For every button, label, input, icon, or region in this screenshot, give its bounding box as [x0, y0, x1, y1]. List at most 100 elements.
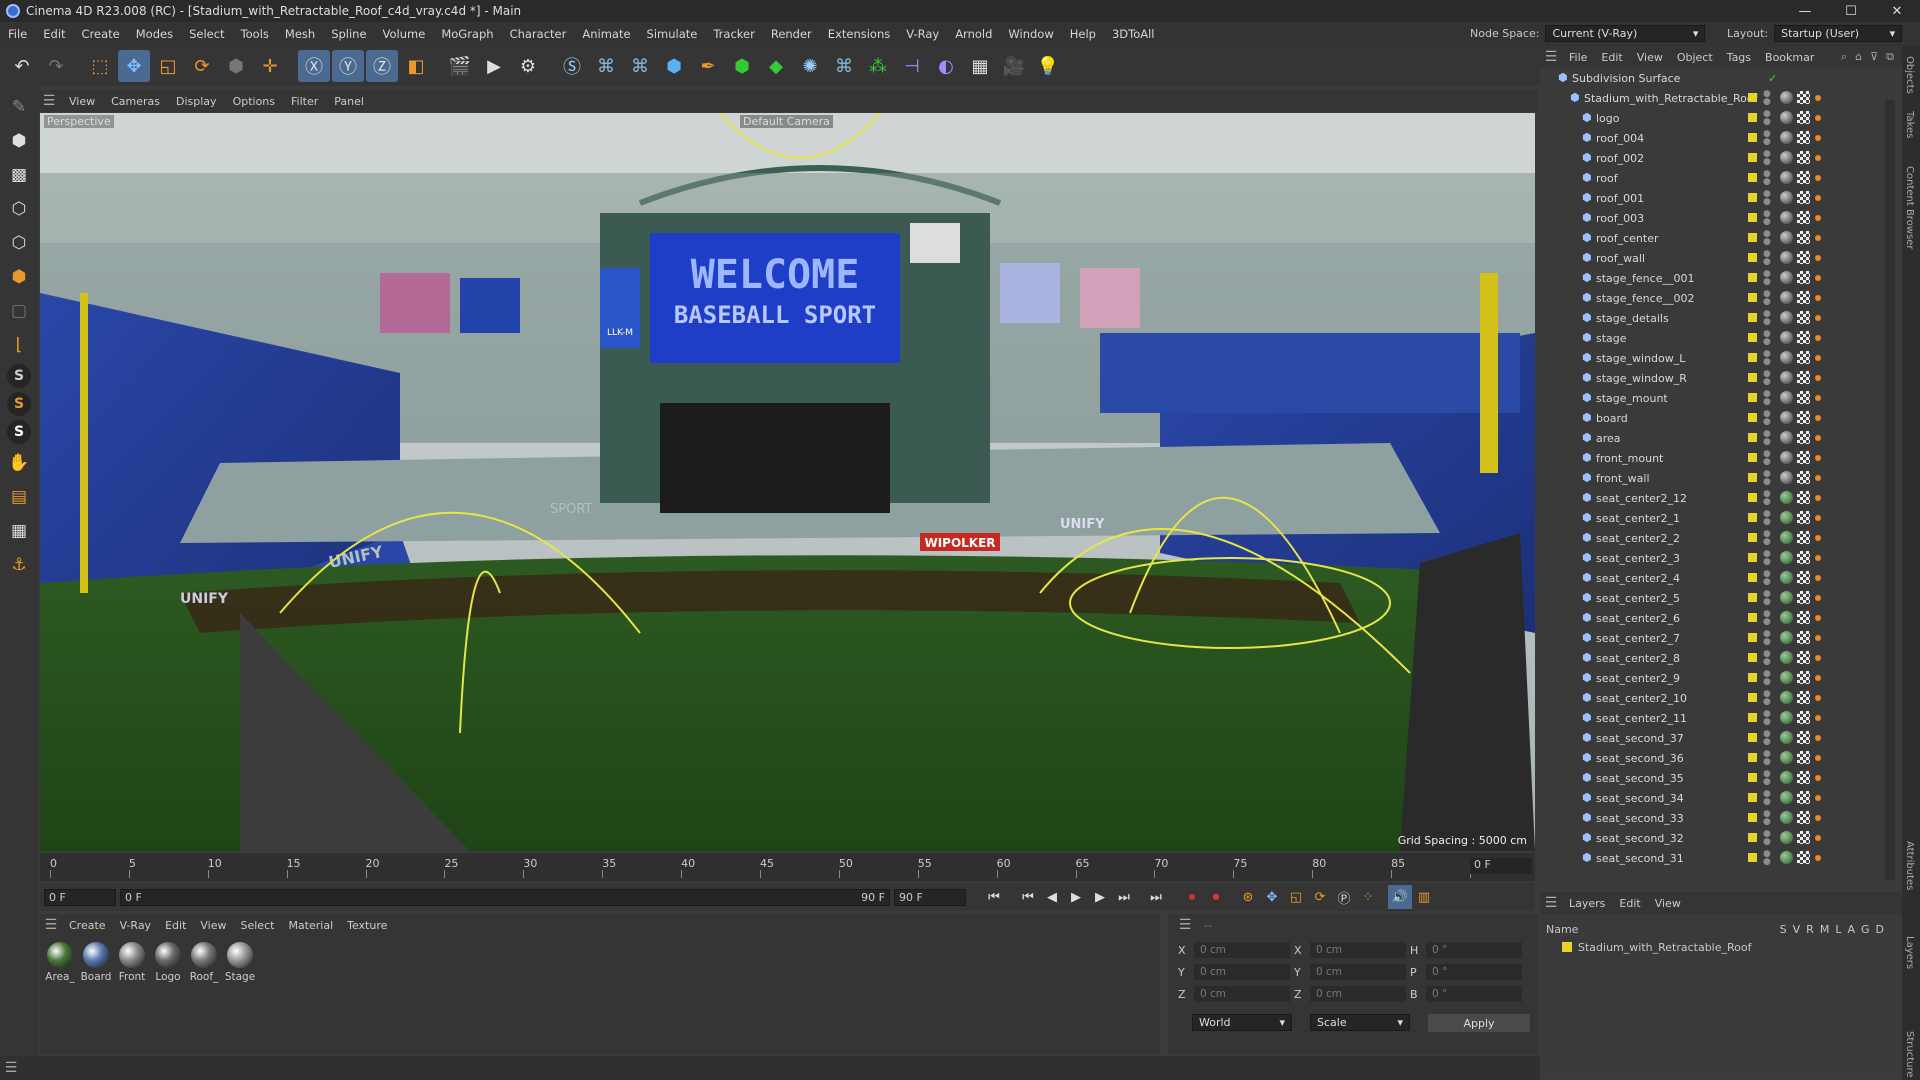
object-row[interactable]: ⬢ front_mount ● ●: [1540, 448, 1885, 468]
render-view-icon[interactable]: 🎬: [444, 50, 476, 82]
uvw-tag-icon[interactable]: [1797, 531, 1810, 544]
coordinate-field[interactable]: 0 cm: [1310, 964, 1406, 980]
uvw-tag-icon[interactable]: [1797, 551, 1810, 564]
visibility-dots-icon[interactable]: ● ●: [1763, 250, 1771, 267]
layer-column-header[interactable]: A: [1847, 923, 1855, 936]
material-tag-icon[interactable]: [1780, 471, 1793, 484]
uvw-tag-icon[interactable]: [1797, 571, 1810, 584]
layer-column-header[interactable]: D: [1876, 923, 1884, 936]
object-menu-object[interactable]: Object: [1670, 51, 1720, 64]
live-selection-icon[interactable]: ⬚: [84, 50, 116, 82]
phong-tag-icon[interactable]: [1815, 675, 1821, 681]
layer-color-icon[interactable]: [1748, 533, 1757, 542]
material-tag-icon[interactable]: [1780, 651, 1793, 664]
bend-deformer-icon[interactable]: ⊣: [896, 50, 928, 82]
material-tag-icon[interactable]: [1780, 251, 1793, 264]
phong-tag-icon[interactable]: [1815, 635, 1821, 641]
menu-item-simulate[interactable]: Simulate: [639, 27, 706, 41]
visibility-dots-icon[interactable]: ● ●: [1763, 210, 1771, 227]
layer-color-icon[interactable]: [1748, 673, 1757, 682]
material-tag-icon[interactable]: [1780, 411, 1793, 424]
layer-color-icon[interactable]: [1748, 593, 1757, 602]
uvw-tag-icon[interactable]: [1797, 351, 1810, 364]
layer-row[interactable]: Stadium_with_Retractable_Roof: [1540, 938, 1902, 956]
menu-item-edit[interactable]: Edit: [35, 27, 73, 41]
layer-color-icon[interactable]: [1748, 433, 1757, 442]
material-menu-edit[interactable]: Edit: [158, 919, 193, 932]
object-row[interactable]: ⬢ seat_center2_5 ● ●: [1540, 588, 1885, 608]
phong-tag-icon[interactable]: [1815, 515, 1821, 521]
edges-mode-icon[interactable]: ⬡: [4, 228, 34, 258]
visibility-dots-icon[interactable]: ● ●: [1763, 730, 1771, 747]
material-tag-icon[interactable]: [1780, 331, 1793, 344]
object-row[interactable]: ⬢ stage_window_L ● ●: [1540, 348, 1885, 368]
transform-mode-dropdown[interactable]: Scale ▾: [1310, 1014, 1410, 1031]
layer-color-icon[interactable]: [1748, 313, 1757, 322]
coordinate-field[interactable]: 0 °: [1426, 986, 1522, 1002]
viewport-menu-display[interactable]: Display: [169, 95, 224, 108]
phong-tag-icon[interactable]: [1815, 535, 1821, 541]
material-tag-icon[interactable]: [1780, 431, 1793, 444]
object-row[interactable]: ⬢ logo ● ●: [1540, 108, 1885, 128]
visibility-dots-icon[interactable]: ● ●: [1763, 850, 1771, 867]
object-row[interactable]: ⬢ stage_mount ● ●: [1540, 388, 1885, 408]
phong-tag-icon[interactable]: [1815, 755, 1821, 761]
material-tag-icon[interactable]: [1780, 351, 1793, 364]
phong-tag-icon[interactable]: [1815, 595, 1821, 601]
locked-workplane-icon[interactable]: ⚓: [4, 550, 34, 580]
rotate-icon[interactable]: ⟳: [186, 50, 218, 82]
layer-color-icon[interactable]: [1748, 753, 1757, 762]
layer-column-header[interactable]: R: [1806, 923, 1814, 936]
visibility-dots-icon[interactable]: ● ●: [1763, 610, 1771, 627]
object-row[interactable]: ⬢ front_wall ● ●: [1540, 468, 1885, 488]
object-row[interactable]: ⬢ seat_center2_7 ● ●: [1540, 628, 1885, 648]
layer-color-icon[interactable]: [1748, 293, 1757, 302]
layer-column-header[interactable]: M: [1820, 923, 1830, 936]
filter-icon[interactable]: ⊽: [1870, 50, 1878, 64]
visibility-dots-icon[interactable]: ● ●: [1763, 550, 1771, 567]
python-icon[interactable]: ⌘: [590, 50, 622, 82]
visibility-dots-icon[interactable]: ● ●: [1763, 590, 1771, 607]
object-row[interactable]: ⬢ seat_second_35 ● ●: [1540, 768, 1885, 788]
uvw-tag-icon[interactable]: [1797, 691, 1810, 704]
phong-tag-icon[interactable]: [1815, 795, 1821, 801]
floor-icon[interactable]: ▦: [964, 50, 996, 82]
visibility-dots-icon[interactable]: ● ●: [1763, 170, 1771, 187]
material-thumbnail[interactable]: Roof_: [188, 942, 220, 983]
light-icon[interactable]: 💡: [1032, 50, 1064, 82]
frame-range-slider[interactable]: 0 F 90 F: [120, 888, 890, 906]
uvw-tag-icon[interactable]: [1797, 791, 1810, 804]
menu-item-v-ray[interactable]: V-Ray: [898, 27, 947, 41]
viewport-menu-options[interactable]: Options: [226, 95, 282, 108]
material-tag-icon[interactable]: [1780, 211, 1793, 224]
pen-icon[interactable]: ✒: [692, 50, 724, 82]
phong-tag-icon[interactable]: [1815, 95, 1821, 101]
y-axis-icon[interactable]: Ⓨ: [332, 50, 364, 82]
texture-mode-icon[interactable]: ▩: [4, 160, 34, 190]
object-row[interactable]: ⬢ board ● ●: [1540, 408, 1885, 428]
menu-item-tracker[interactable]: Tracker: [705, 27, 763, 41]
phong-tag-icon[interactable]: [1815, 215, 1821, 221]
visibility-dots-icon[interactable]: ● ●: [1763, 710, 1771, 727]
layer-menu-view[interactable]: View: [1648, 897, 1688, 910]
visibility-dots-icon[interactable]: ● ●: [1763, 490, 1771, 507]
uvw-tag-icon[interactable]: [1797, 431, 1810, 444]
object-row[interactable]: ⬢ seat_center2_12 ● ●: [1540, 488, 1885, 508]
recent-tools-icon[interactable]: ⬢: [220, 50, 252, 82]
viewport-camera-label[interactable]: Default Camera: [740, 115, 833, 128]
visibility-dots-icon[interactable]: ● ●: [1763, 110, 1771, 127]
phong-tag-icon[interactable]: [1815, 115, 1821, 121]
object-row-root[interactable]: ⬢ Subdivision Surface ✓: [1540, 68, 1885, 88]
object-row[interactable]: ⬢ seat_second_32 ● ●: [1540, 828, 1885, 848]
redo-icon[interactable]: ↷: [40, 50, 72, 82]
menu-icon[interactable]: ☰: [1540, 895, 1562, 911]
uvw-tag-icon[interactable]: [1797, 91, 1810, 104]
material-tag-icon[interactable]: [1780, 831, 1793, 844]
object-row[interactable]: ⬢ seat_second_31 ● ●: [1540, 848, 1885, 868]
camera-icon[interactable]: 🎥: [998, 50, 1030, 82]
menu-item-character[interactable]: Character: [502, 27, 575, 41]
coordinate-system-dropdown[interactable]: World ▾: [1192, 1014, 1292, 1031]
visibility-dots-icon[interactable]: ● ●: [1763, 150, 1771, 167]
object-row[interactable]: ⬢ roof_004 ● ●: [1540, 128, 1885, 148]
layer-color-icon[interactable]: [1748, 193, 1757, 202]
